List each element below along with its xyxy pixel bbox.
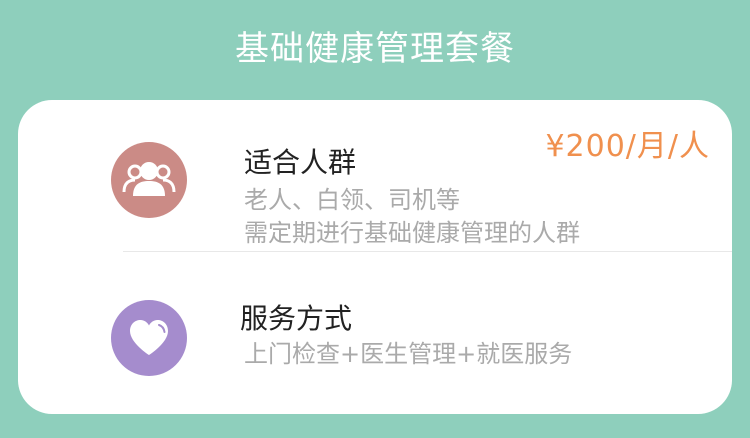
- service-title: 服务方式: [240, 302, 353, 335]
- price-label: ¥200/月/人: [545, 129, 710, 164]
- audience-desc-line1: 老人、白领、司机等: [244, 186, 460, 214]
- service-desc: 上门检查+医生管理+就医服务: [244, 340, 573, 368]
- heart-glyph: [130, 320, 168, 355]
- page-title: 基础健康管理套餐: [235, 29, 515, 69]
- audience-desc-line2: 需定期进行基础健康管理的人群: [244, 219, 580, 247]
- audience-title: 适合人群: [244, 146, 357, 179]
- heart-icon: [111, 300, 187, 376]
- package-card: 适合人群 ¥200/月/人 老人、白领、司机等 需定期进行基础健康管理的人群 服…: [18, 100, 732, 414]
- group-people-glyph: [122, 162, 176, 196]
- section-divider: [123, 251, 732, 252]
- group-people-icon: [111, 142, 187, 218]
